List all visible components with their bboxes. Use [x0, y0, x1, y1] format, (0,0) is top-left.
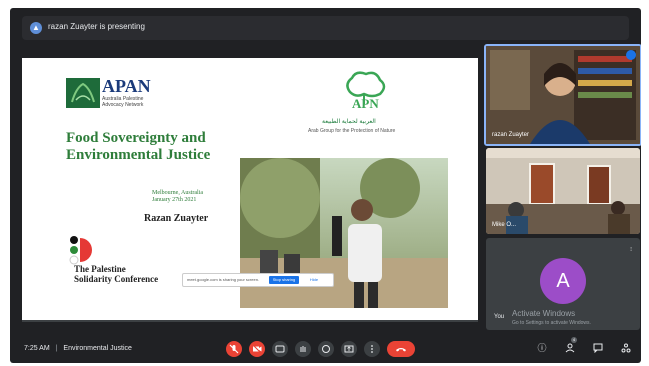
participant-tile-mike[interactable]: Mike O...	[486, 148, 640, 234]
slide-date: January 27th 2021	[152, 197, 197, 203]
meeting-controls-bar: 7:25 AM | Environmental Justice ⓘ 4	[10, 335, 641, 363]
slide-meta: Melbourne, Australia January 27th 2021	[152, 190, 203, 204]
hand-icon[interactable]	[295, 341, 311, 357]
people-icon[interactable]: 4	[565, 337, 577, 353]
leave-call-button[interactable]	[387, 341, 415, 357]
hide-button[interactable]: Hide	[304, 276, 324, 284]
apn-name: APN	[352, 96, 379, 111]
emoji-icon[interactable]	[318, 341, 334, 357]
clock: 7:25 AM	[24, 345, 50, 352]
more-icon[interactable]	[364, 341, 380, 357]
meeting-title: Environmental Justice	[63, 345, 132, 352]
participant-name: razan Zuayter	[492, 132, 530, 138]
self-tile[interactable]: ⁝ A You Activate Windows Go to Settings …	[486, 238, 640, 330]
shared-slide: APAN Australia Palestine Advocacy Networ…	[22, 58, 478, 320]
activate-windows-title: Activate Windows	[512, 309, 576, 318]
participant-tile-razan[interactable]: razan Zuayter	[484, 44, 641, 146]
chat-icon[interactable]	[593, 343, 603, 354]
side-controls: ⓘ 4	[537, 337, 631, 354]
activate-windows-subtitle: Go to Settings to activate Windows.	[512, 320, 591, 326]
separator: |	[55, 345, 58, 352]
meeting-info: 7:25 AM | Environmental Justice	[24, 345, 132, 352]
participant-name: Mike O...	[492, 222, 517, 228]
stop-sharing-button[interactable]: Stop sharing	[269, 276, 299, 284]
present-icon[interactable]	[341, 341, 357, 357]
avatar: A	[540, 258, 586, 304]
apan-logo	[66, 78, 100, 108]
info-icon[interactable]: ⓘ	[537, 343, 547, 353]
slide-location: Melbourne, Australia	[152, 190, 203, 196]
apn-subtitle: Arab Group for the Protection of Nature	[308, 128, 396, 134]
presenting-text: razan Zuayter is presenting	[48, 22, 145, 31]
present-icon: ▲	[30, 22, 42, 34]
apan-subtitle: Australia Palestine Advocacy Network	[102, 96, 144, 108]
self-name: You	[494, 314, 505, 320]
slide-divider	[22, 320, 478, 322]
presenting-banner: ▲ razan Zuayter is presenting	[22, 16, 629, 40]
speaking-indicator-icon	[626, 50, 636, 60]
apan-name: APAN	[102, 76, 151, 96]
activities-icon[interactable]	[621, 343, 631, 353]
pin-icon[interactable]: ⁝	[630, 246, 632, 253]
share-message: meet.google.com is sharing your screen.	[187, 277, 260, 282]
camera-off-icon[interactable]	[249, 341, 265, 357]
call-controls	[226, 341, 415, 357]
conference-name: The Palestine Solidarity Conference	[74, 264, 159, 284]
participant-count-badge: 4	[571, 337, 577, 343]
slide-presenter: Razan Zuayter	[144, 213, 209, 224]
mic-off-icon[interactable]	[226, 341, 242, 357]
screen-share-bar: meet.google.com is sharing your screen. …	[182, 273, 334, 287]
slide-title: Food Sovereignty and Environmental Justi…	[66, 130, 211, 163]
apn-arabic: العربية لحماية الطبيعة	[322, 119, 376, 125]
meet-window: ▲ razan Zuayter is presenting APAN Austr…	[10, 8, 641, 363]
captions-icon[interactable]	[272, 341, 288, 357]
